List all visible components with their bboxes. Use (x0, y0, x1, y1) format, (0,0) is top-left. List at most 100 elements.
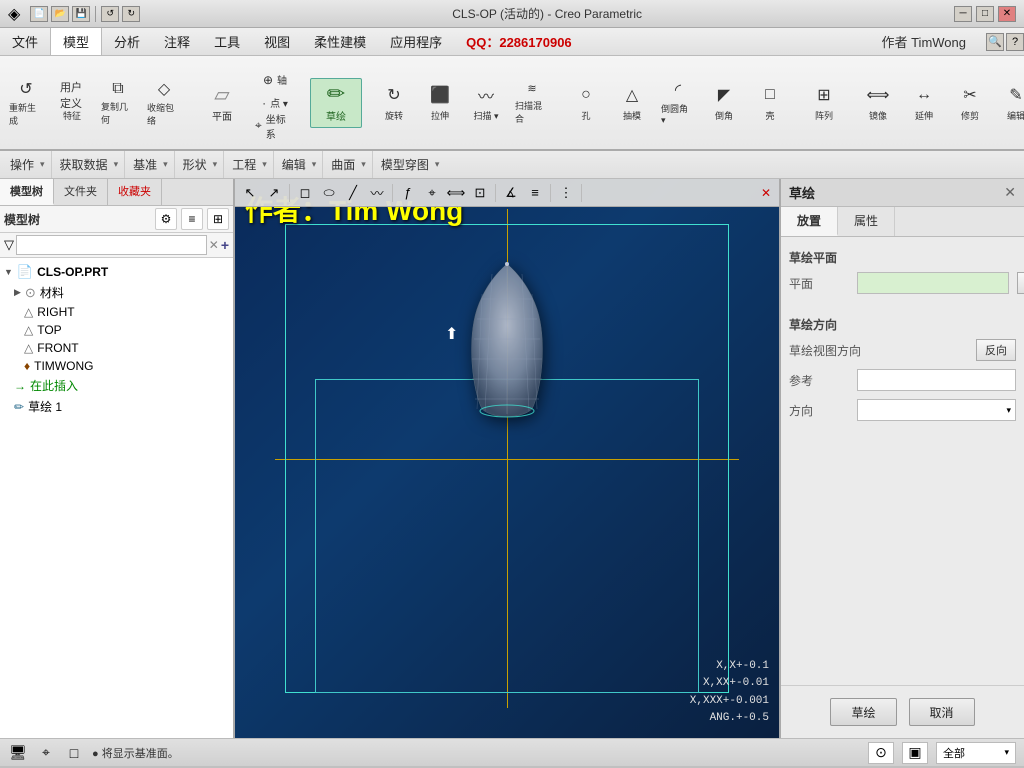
tree-item-right[interactable]: △ RIGHT (0, 303, 233, 321)
sketch-confirm-button[interactable]: 草绘 (830, 698, 896, 726)
subbar-surface[interactable]: 曲面 ▾ (325, 151, 373, 178)
subbar-get-data[interactable]: 获取数据 ▾ (54, 151, 126, 178)
sk-select[interactable]: ↖ (239, 182, 261, 204)
direction-field-row: 方向 ▾ (789, 399, 1016, 421)
subbar-engineering[interactable]: 工程 ▾ (226, 151, 274, 178)
right-panel-close-button[interactable]: ✕ (1004, 184, 1016, 201)
tb-regenerate[interactable]: ↺ 重新生成 (4, 78, 48, 128)
tb-plane[interactable]: ▱ 平面 (196, 78, 248, 128)
reverse-button[interactable]: 反向 (976, 339, 1016, 361)
tb-extend[interactable]: ↔ 延伸 (902, 78, 946, 128)
toolbar-icon-open[interactable]: 📂 (51, 6, 69, 22)
menu-annotation[interactable]: 注释 (152, 28, 202, 55)
tb-trim[interactable]: ✂ 修剪 (948, 78, 992, 128)
tb-edit[interactable]: ✎ 编辑 (994, 78, 1024, 128)
tb-array[interactable]: ⊞ 阵列 (802, 78, 846, 128)
sk-line[interactable]: ╱ (342, 182, 364, 204)
tree-item-timwong[interactable]: ♦ TIMWONG (0, 357, 233, 375)
tb-chamfer[interactable]: ◤ 倒角 (702, 78, 746, 128)
search-clear-icon[interactable]: ✕ (209, 238, 219, 252)
tb-draft[interactable]: △ 抽模 (610, 78, 654, 128)
menu-file[interactable]: 文件 (0, 28, 50, 55)
status-view-icon-2[interactable]: ▣ (902, 742, 928, 764)
search-add-icon[interactable]: + (221, 237, 229, 253)
tb-udf[interactable]: 用户定义 特征 (50, 78, 94, 128)
tree-settings-icon[interactable]: ⚙ (155, 208, 177, 230)
toolbar-icon-save[interactable]: 💾 (72, 6, 90, 22)
tree-item-material[interactable]: ▶ ⊙ 材料 (0, 282, 233, 303)
subbar-datum[interactable]: 基准 ▾ (127, 151, 175, 178)
sk-close-button[interactable]: ✕ (757, 184, 775, 202)
tb-shell[interactable]: □ 壳 (748, 78, 792, 128)
status-view-icon[interactable]: ⊙ (868, 742, 894, 764)
tb-sweep[interactable]: 〰 扫描 ▾ (464, 78, 508, 128)
tree-item-front[interactable]: △ FRONT (0, 339, 233, 357)
menu-flex[interactable]: 柔性建模 (302, 28, 378, 55)
tb-copy-geom[interactable]: ⧉ 复制几何 (96, 78, 140, 128)
plane-input[interactable] (857, 272, 1009, 294)
tree-item-sketch1[interactable]: ✏ 草绘 1 (0, 396, 233, 417)
tb-sweep-label: 扫描 ▾ (473, 109, 498, 122)
toolbar-icon-new[interactable]: 📄 (30, 6, 48, 22)
tree-item-insert[interactable]: → 在此插入 (0, 375, 233, 396)
menu-apps[interactable]: 应用程序 (378, 28, 454, 55)
menu-tools[interactable]: 工具 (202, 28, 252, 55)
close-button[interactable]: ✕ (998, 6, 1016, 22)
sk-rect[interactable]: ◻ (294, 182, 316, 204)
direction-dropdown[interactable]: ▾ (857, 399, 1016, 421)
toolbar-icon-undo[interactable]: ↺ (101, 6, 119, 22)
sk-fillet[interactable]: ƒ (397, 182, 419, 204)
tree-list-icon[interactable]: ≡ (181, 208, 203, 230)
tb-mirror[interactable]: ⟺ 镜像 (856, 78, 900, 128)
tb-sketch[interactable]: ✏ 草绘 (310, 78, 362, 128)
subbar-shape[interactable]: 形状 ▾ (177, 151, 225, 178)
tb-sweep-blend[interactable]: ≋ 扫描混合 (510, 78, 554, 128)
file-icon: 📄 (17, 264, 33, 280)
tb-axis[interactable]: ⊕ 轴 (250, 69, 300, 91)
tb-shrink-label: 收缩包络 (147, 101, 181, 127)
reference-input[interactable] (857, 369, 1016, 391)
tree-columns-icon[interactable]: ⊞ (207, 208, 229, 230)
tab-folder[interactable]: 文件夹 (54, 179, 108, 205)
tree-item-top[interactable]: △ TOP (0, 321, 233, 339)
menu-analysis[interactable]: 分析 (102, 28, 152, 55)
sk-mirror-sketch[interactable]: ⟺ (445, 182, 467, 204)
subbar-model-view[interactable]: 模型穿图 ▾ (375, 151, 446, 178)
viewport[interactable]: ↖ ↗ ◻ ⬭ ╱ 〰 ƒ ⌖ ⟺ ⊡ ∡ ≡ ⋮ ✕ 作者：Tim Wong (235, 179, 779, 738)
tb-hole[interactable]: ○ 孔 (564, 78, 608, 128)
help-search-icon[interactable]: 🔍 (986, 33, 1004, 51)
sk-ellipse[interactable]: ⬭ (318, 182, 340, 204)
help-icon[interactable]: ? (1006, 33, 1024, 51)
tab-favorites[interactable]: 收藏夹 (108, 179, 162, 205)
tree-item-cls-op[interactable]: ▼ 📄 CLS-OP.PRT (0, 262, 233, 282)
sketch-cancel-button[interactable]: 取消 (909, 698, 975, 726)
sk-point[interactable]: ⌖ (421, 182, 443, 204)
tb-csys[interactable]: ⌖ 坐标系 (250, 115, 300, 137)
subbar-operations[interactable]: 操作 ▾ (4, 151, 52, 178)
use-previous-button[interactable]: 使用先前的 (1017, 272, 1024, 294)
tab-model-tree[interactable]: 模型树 (0, 179, 54, 205)
tb-extrude[interactable]: ⬛ 拉伸 (418, 78, 462, 128)
status-dropdown-wrapper[interactable]: 全部 ▾ (936, 742, 1016, 764)
tab-properties[interactable]: 属性 (838, 207, 895, 236)
sk-rotate[interactable]: ↗ (263, 182, 285, 204)
subbar-operations-label: 操作 (10, 156, 34, 173)
tab-placement[interactable]: 放置 (781, 207, 838, 236)
csys-icon: ♦ (24, 359, 30, 373)
maximize-button[interactable]: □ (976, 6, 994, 22)
coord-readout: X,X+-0.1 X,XX+-0.01 X,XXX+-0.001 ANG.+-0… (690, 658, 769, 728)
subbar-edit[interactable]: 编辑 ▾ (276, 151, 324, 178)
menu-view[interactable]: 视图 (252, 28, 302, 55)
sk-project[interactable]: ⊡ (469, 182, 491, 204)
sk-constraints[interactable]: ≡ (524, 182, 546, 204)
tb-round[interactable]: ◜ 倒圆角 ▾ (656, 78, 700, 128)
tb-revolve[interactable]: ↻ 旋转 (372, 78, 416, 128)
sk-dim[interactable]: ∡ (500, 182, 522, 204)
tree-search-input[interactable] (16, 235, 207, 255)
toolbar-icon-redo[interactable]: ↻ (122, 6, 140, 22)
sk-inspect[interactable]: ⋮ (555, 182, 577, 204)
tb-shrink[interactable]: ◇ 收缩包络 (142, 78, 186, 128)
menu-model[interactable]: 模型 (50, 28, 102, 55)
sk-spline[interactable]: 〰 (366, 182, 388, 204)
minimize-button[interactable]: ─ (954, 6, 972, 22)
